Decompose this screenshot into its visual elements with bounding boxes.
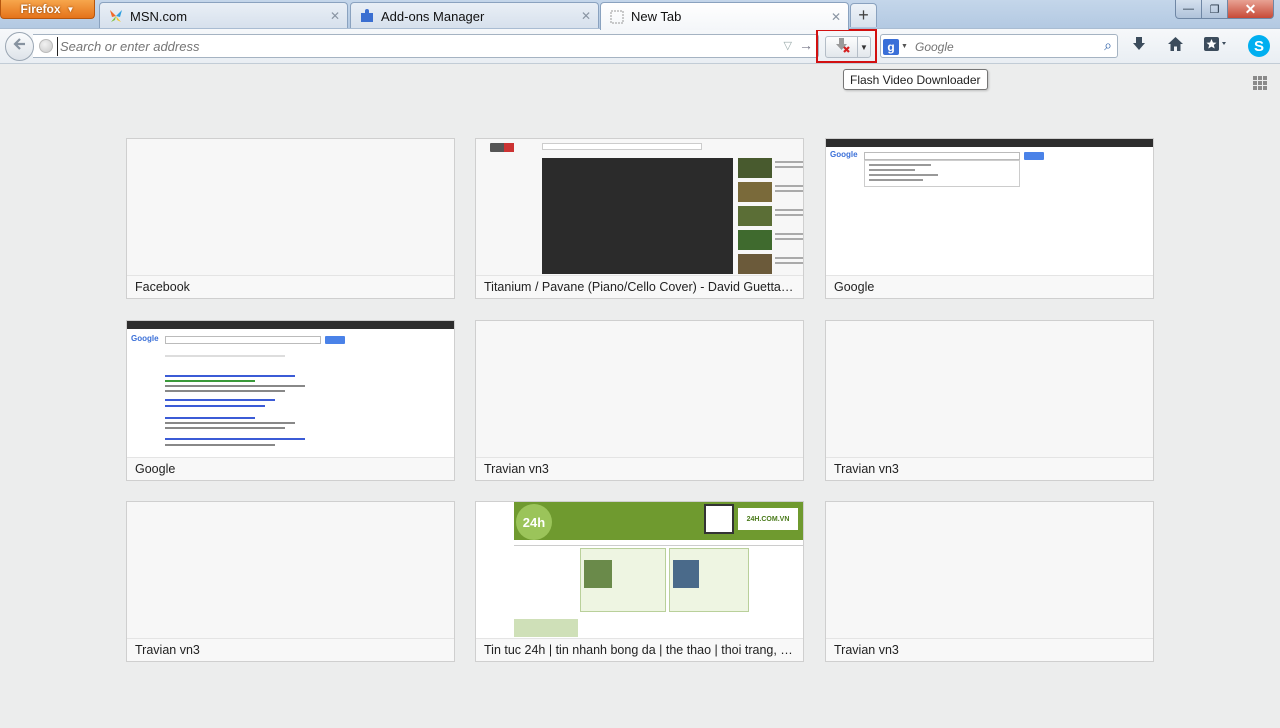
back-button[interactable] bbox=[5, 32, 34, 61]
google-icon: g bbox=[883, 38, 899, 55]
flash-video-downloader-highlight: ▼ bbox=[816, 29, 877, 63]
site-thumbnail bbox=[127, 502, 454, 638]
tooltip: Flash Video Downloader bbox=[843, 69, 988, 90]
globe-icon bbox=[39, 39, 53, 53]
flash-video-downloader-menu[interactable]: ▼ bbox=[857, 36, 871, 58]
site-tile[interactable]: 24h 24H.COM.VN Tin tuc 24h | tin nhanh b… bbox=[475, 501, 804, 662]
site-tile[interactable]: Travian vn3 bbox=[825, 501, 1154, 662]
skype-button[interactable]: S bbox=[1245, 33, 1273, 59]
site-title: Tin tuc 24h | tin nhanh bong da | the th… bbox=[476, 638, 803, 661]
close-icon[interactable]: ✕ bbox=[828, 9, 844, 25]
go-arrow-icon[interactable]: → bbox=[799, 37, 813, 53]
site-thumbnail bbox=[826, 321, 1153, 457]
site-tile[interactable]: Travian vn3 bbox=[475, 320, 804, 481]
site-tile[interactable]: Titanium / Pavane (Piano/Cello Cover) - … bbox=[475, 138, 804, 299]
tab-msn[interactable]: MSN.com ✕ bbox=[99, 2, 348, 29]
blank-page-icon bbox=[609, 9, 625, 25]
back-arrow-icon bbox=[12, 36, 28, 57]
tab-label: Add-ons Manager bbox=[381, 8, 485, 24]
site-tile[interactable]: Travian vn3 bbox=[825, 320, 1154, 481]
downloads-button[interactable] bbox=[1125, 33, 1153, 59]
grid-toggle-icon[interactable] bbox=[1253, 76, 1267, 90]
site-tile[interactable]: Travian vn3 bbox=[126, 501, 455, 662]
site-thumbnail: Google bbox=[826, 139, 1153, 275]
search-engine-selector[interactable]: g ▼ bbox=[883, 38, 911, 55]
site-thumbnail: Google bbox=[127, 321, 454, 457]
flash-video-downloader-button[interactable] bbox=[825, 36, 858, 58]
navigation-toolbar: ▽ → ▼ g ▼ ⌕ bbox=[0, 28, 1280, 64]
close-icon[interactable]: ✕ bbox=[578, 8, 594, 24]
new-tab-button[interactable]: + bbox=[850, 3, 877, 27]
flash-video-downloader-icon bbox=[833, 36, 851, 59]
firefox-menu-label: Firefox bbox=[20, 2, 61, 16]
site-title: Titanium / Pavane (Piano/Cello Cover) - … bbox=[476, 275, 803, 298]
download-arrow-icon bbox=[1131, 36, 1147, 57]
chevron-down-icon: ▼ bbox=[901, 43, 908, 50]
site-title: Travian vn3 bbox=[476, 457, 803, 480]
maximize-button[interactable]: ❐ bbox=[1202, 0, 1228, 19]
minimize-button[interactable]: — bbox=[1175, 0, 1202, 19]
home-icon bbox=[1167, 36, 1184, 57]
site-title: Facebook bbox=[127, 275, 454, 298]
firefox-menu-button[interactable]: Firefox ▼ bbox=[0, 0, 95, 19]
msn-butterfly-icon bbox=[108, 8, 124, 24]
bookmarks-star-icon bbox=[1203, 36, 1229, 57]
search-bar[interactable]: g ▼ ⌕ bbox=[880, 34, 1118, 58]
site-title: Google bbox=[826, 275, 1153, 298]
site-title: Google bbox=[127, 457, 454, 480]
site-title: Travian vn3 bbox=[826, 638, 1153, 661]
chevron-down-icon: ▼ bbox=[860, 42, 868, 52]
home-button[interactable] bbox=[1161, 33, 1189, 59]
site-thumbnail bbox=[476, 139, 803, 275]
skype-icon: S bbox=[1248, 35, 1270, 57]
site-thumbnail bbox=[826, 502, 1153, 638]
search-icon[interactable]: ⌕ bbox=[1104, 37, 1112, 54]
site-tile[interactable]: Facebook bbox=[126, 138, 455, 299]
tab-label: New Tab bbox=[631, 9, 682, 24]
chevron-down-icon: ▼ bbox=[66, 4, 75, 14]
bookmarks-button[interactable] bbox=[1198, 33, 1234, 59]
site-thumbnail: 24h 24H.COM.VN bbox=[476, 502, 803, 638]
tab-new-tab[interactable]: New Tab ✕ bbox=[600, 2, 849, 30]
tab-addons-manager[interactable]: Add-ons Manager ✕ bbox=[350, 2, 599, 29]
site-title: Travian vn3 bbox=[826, 457, 1153, 480]
puzzle-piece-icon bbox=[359, 8, 375, 24]
address-bar[interactable]: ▽ → bbox=[33, 34, 819, 58]
site-title: Travian vn3 bbox=[127, 638, 454, 661]
history-dropdown-icon[interactable]: ▽ bbox=[784, 39, 792, 52]
site-tile[interactable]: Google Google bbox=[126, 320, 455, 481]
site-thumbnail bbox=[476, 321, 803, 457]
close-window-button[interactable]: ✕ bbox=[1228, 0, 1274, 19]
site-tile[interactable]: Google Google bbox=[825, 138, 1154, 299]
window-controls: — ❐ ✕ bbox=[1175, 0, 1274, 20]
address-input[interactable] bbox=[57, 37, 757, 56]
tab-label: MSN.com bbox=[130, 8, 188, 24]
search-input[interactable] bbox=[915, 38, 1095, 55]
site-thumbnail bbox=[127, 139, 454, 275]
close-icon[interactable]: ✕ bbox=[327, 8, 343, 24]
